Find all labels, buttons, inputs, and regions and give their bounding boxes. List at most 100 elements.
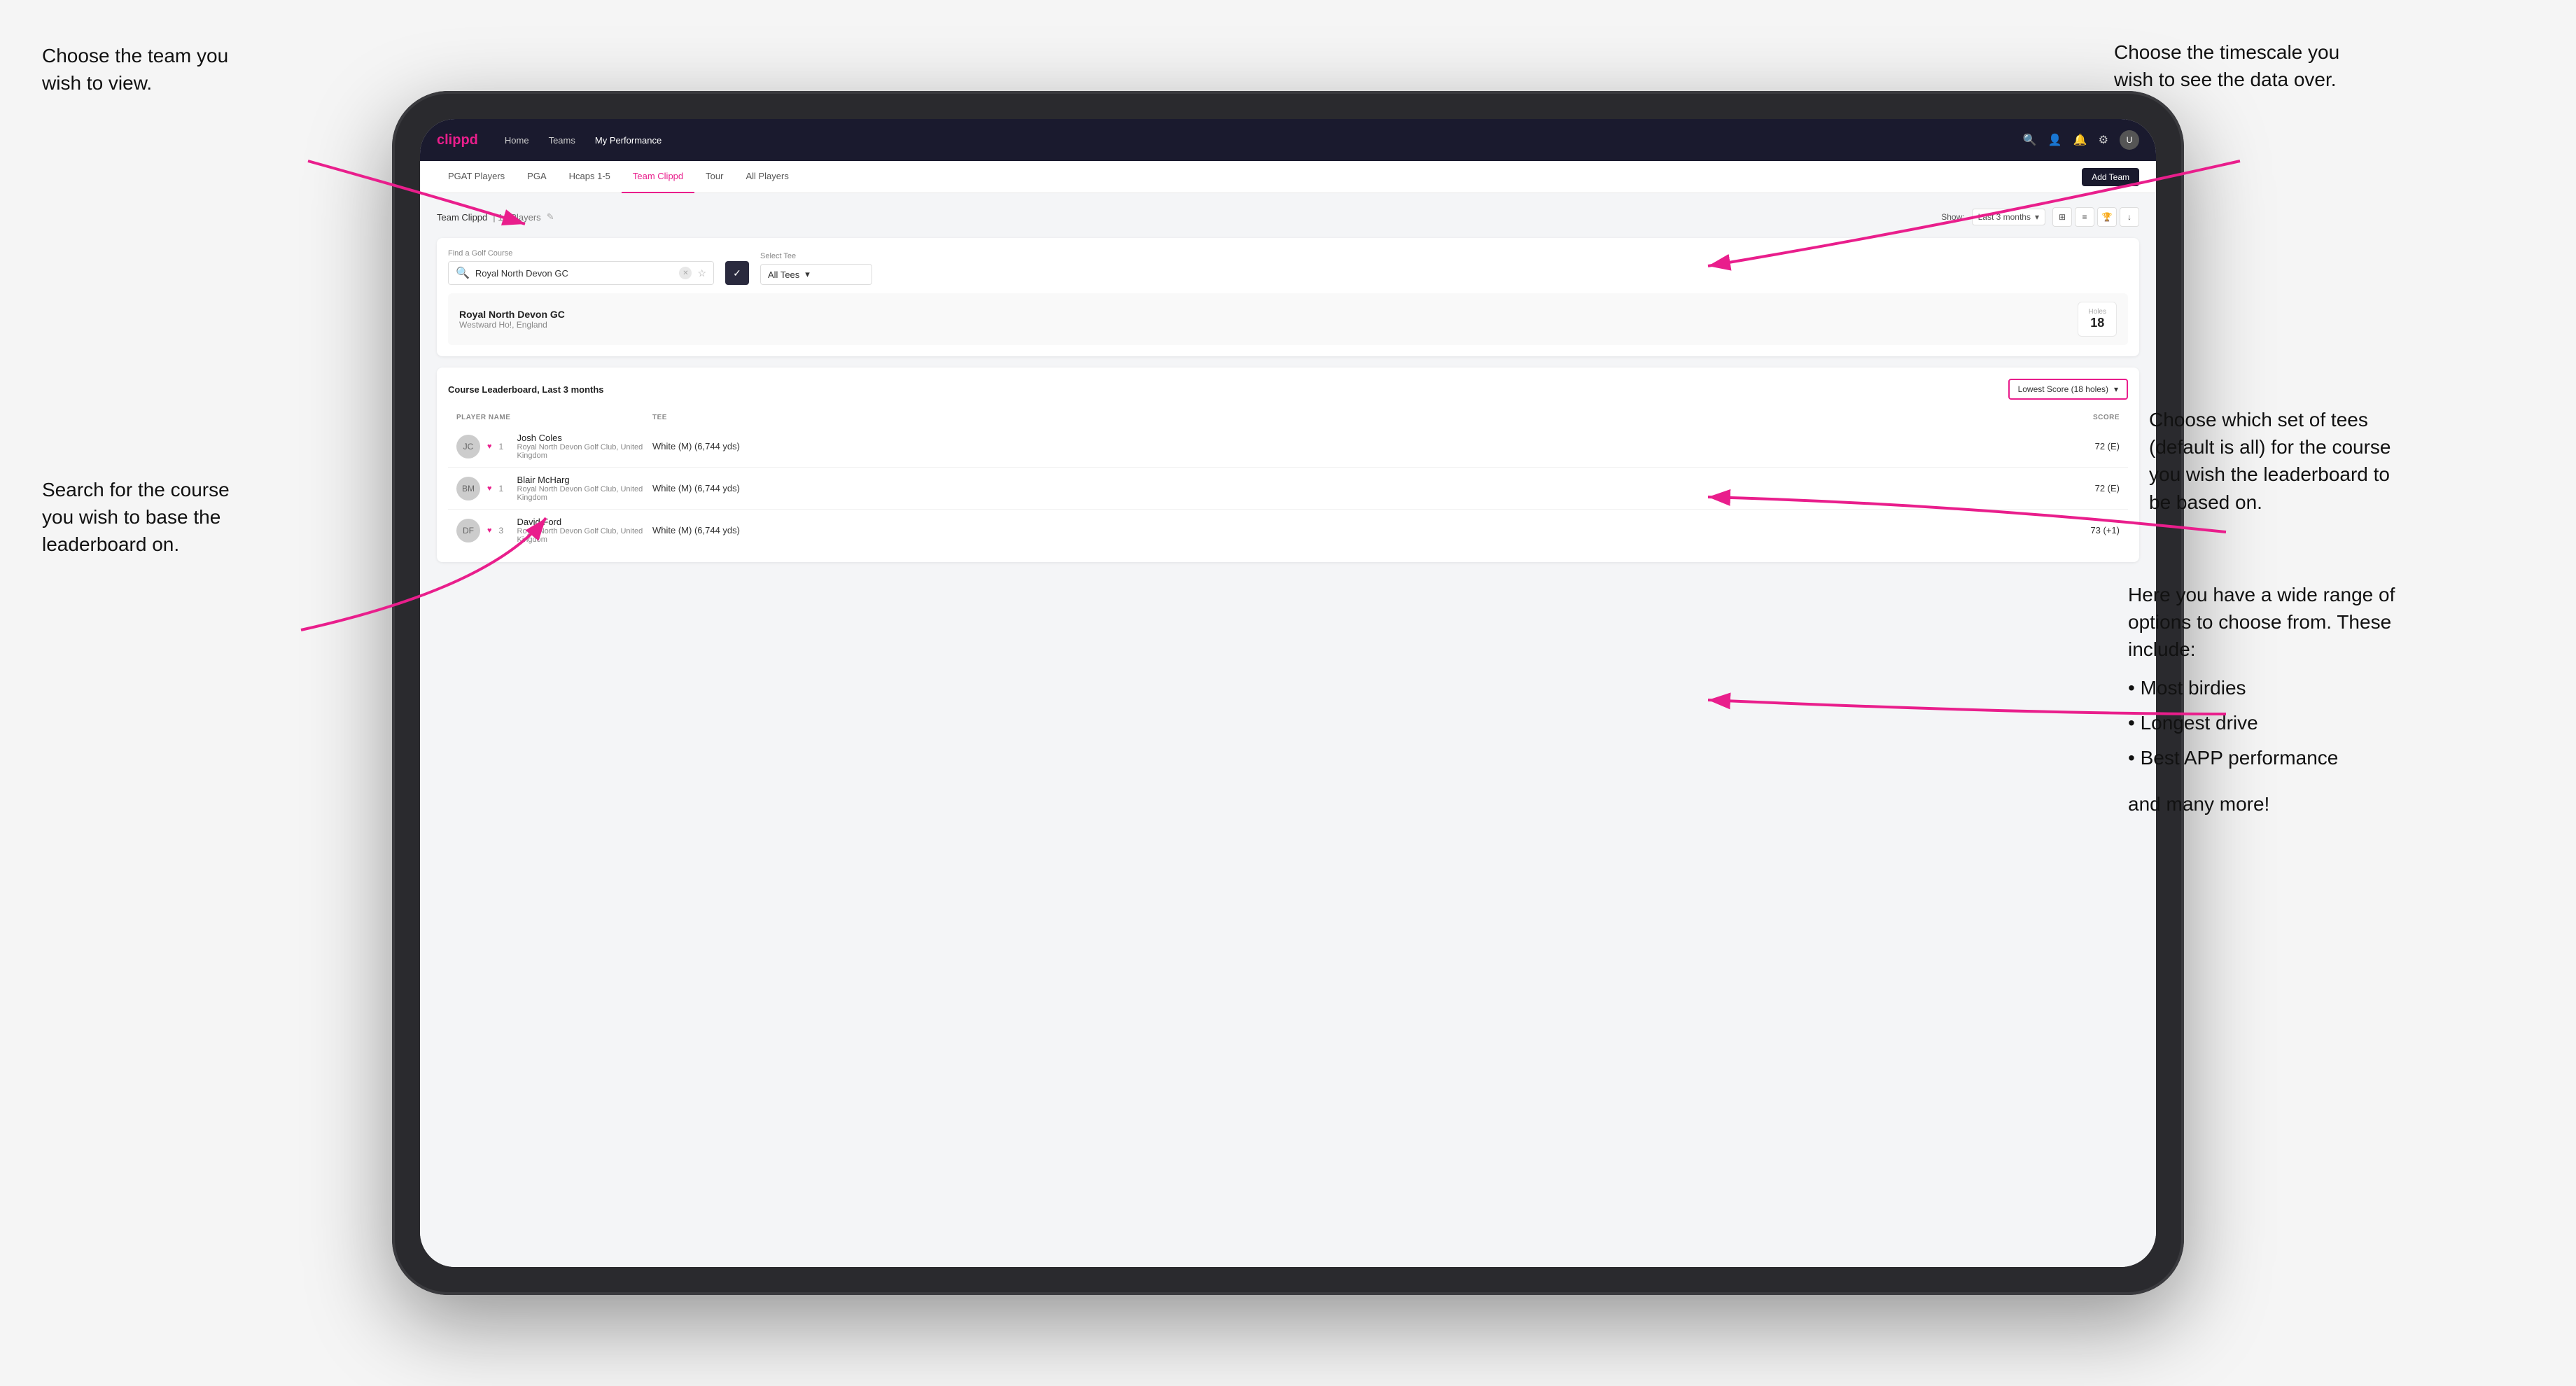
navbar-right: 🔍 👤 🔔 ⚙ U [2023,130,2139,150]
tab-team-clippd[interactable]: Team Clippd [622,161,694,193]
team-name: Team Clippd [437,212,487,223]
favorite-heart-icon[interactable]: ♥ [487,442,492,451]
course-field-group: Find a Golf Course 🔍 ✕ ☆ [448,249,714,285]
tee-chevron-icon: ▾ [805,269,810,280]
player-score: 73 (+1) [2036,525,2120,536]
navbar: clippd Home Teams My Performance 🔍 👤 🔔 ⚙… [420,119,2156,161]
view-icons: ⊞ ≡ 🏆 ↓ [2052,207,2139,227]
col-score: SCORE [2036,414,2120,421]
annotation-mid-left: Search for the course you wish to base t… [42,476,266,559]
favorite-heart-icon[interactable]: ♥ [487,526,492,535]
clear-button[interactable]: ✕ [679,267,692,279]
nav-link-performance[interactable]: My Performance [595,135,662,146]
people-icon[interactable]: 👤 [2048,133,2062,147]
player-name: David Ford [517,517,652,527]
trophy-view-button[interactable]: 🏆 [2097,207,2117,227]
tee-value: All Tees [768,270,799,280]
tee-field-label: Select Tee [760,252,872,260]
sub-nav-right: Add Team [2082,168,2139,186]
player-cell: JC ♥ 1 Josh Coles Royal North Devon Golf… [456,433,652,460]
user-avatar[interactable]: U [2120,130,2139,150]
player-avatar: JC [456,435,480,458]
player-tee: White (M) (6,744 yds) [652,441,1910,451]
course-search-row: Find a Golf Course 🔍 ✕ ☆ ✓ Select Tee Al… [448,249,2128,285]
player-club: Royal North Devon Golf Club, United King… [517,485,652,502]
course-result: Royal North Devon GC Westward Ho!, Engla… [448,293,2128,345]
player-score: 72 (E) [2036,483,2120,493]
holes-badge: Holes 18 [2078,302,2117,337]
list-item: Best APP performance [2128,741,2450,776]
list-item: Longest drive [2128,706,2450,741]
tee-field-group: Select Tee All Tees ▾ [760,252,872,285]
and-more-text: and many more! [2128,790,2450,818]
grid-view-button[interactable]: ⊞ [2052,207,2072,227]
tab-hcaps[interactable]: Hcaps 1-5 [558,161,622,193]
tab-all-players[interactable]: All Players [734,161,799,193]
leaderboard-header: Course Leaderboard, Last 3 months Lowest… [448,379,2128,400]
player-rank: 1 [499,484,510,493]
course-result-info: Royal North Devon GC Westward Ho!, Engla… [459,309,565,330]
search-icon[interactable]: 🔍 [2023,133,2037,147]
holes-label: Holes [2088,308,2106,316]
player-tee: White (M) (6,744 yds) [652,483,1910,493]
tab-tour[interactable]: Tour [694,161,734,193]
course-result-location: Westward Ho!, England [459,320,565,330]
leaderboard-title: Course Leaderboard, Last 3 months [448,384,604,395]
player-cell: BM ♥ 1 Blair McHarg Royal North Devon Go… [456,475,652,502]
list-item: Most birdies [2128,671,2450,706]
player-score: 72 (E) [2036,441,2120,451]
sub-nav: PGAT Players PGA Hcaps 1-5 Team Clippd T… [420,161,2156,193]
player-name: Blair McHarg [517,475,652,485]
app-logo: clippd [437,132,478,148]
player-info: Josh Coles Royal North Devon Golf Club, … [517,433,652,460]
edit-icon[interactable]: ✎ [547,211,554,223]
content-area: Team Clippd | 14 Players ✎ Show: Last 3 … [420,193,2156,1267]
player-cell: DF ♥ 3 David Ford Royal North Devon Golf… [456,517,652,544]
score-type-value: Lowest Score (18 holes) [2018,384,2108,394]
team-title: Team Clippd | 14 Players ✎ [437,211,554,223]
leaderboard-table-header: PLAYER NAME TEE SCORE [448,410,2128,426]
bell-icon[interactable]: 🔔 [2073,133,2087,147]
course-search-input[interactable] [475,268,674,279]
favorite-icon[interactable]: ☆ [697,267,706,279]
nav-link-teams[interactable]: Teams [549,135,575,146]
show-label: Show: [1941,212,1964,222]
score-type-dropdown[interactable]: Lowest Score (18 holes) ▾ [2008,379,2128,400]
show-dropdown[interactable]: Last 3 months ▾ [1972,209,2045,225]
tab-pga[interactable]: PGA [516,161,557,193]
tablet-screen: clippd Home Teams My Performance 🔍 👤 🔔 ⚙… [420,119,2156,1267]
favorite-heart-icon[interactable]: ♥ [487,484,492,493]
search-icon: 🔍 [456,266,470,280]
score-type-chevron-icon: ▾ [2114,384,2118,394]
table-row: JC ♥ 1 Josh Coles Royal North Devon Golf… [448,426,2128,468]
tee-select-dropdown[interactable]: All Tees ▾ [760,264,872,285]
col-tee: TEE [652,414,1910,421]
tablet-device: clippd Home Teams My Performance 🔍 👤 🔔 ⚙… [392,91,2184,1295]
table-row: BM ♥ 1 Blair McHarg Royal North Devon Go… [448,468,2128,510]
add-team-button[interactable]: Add Team [2082,168,2139,186]
annotation-top-left: Choose the team you wish to view. [42,42,266,97]
team-count: | 14 Players [493,212,540,223]
player-avatar: DF [456,519,480,542]
player-avatar: BM [456,477,480,500]
table-row: DF ♥ 3 David Ford Royal North Devon Golf… [448,510,2128,551]
nav-link-home[interactable]: Home [505,135,529,146]
team-header: Team Clippd | 14 Players ✎ Show: Last 3 … [437,207,2139,227]
settings-icon[interactable]: ⚙ [2099,133,2108,147]
download-button[interactable]: ↓ [2120,207,2139,227]
list-view-button[interactable]: ≡ [2075,207,2094,227]
player-club: Royal North Devon Golf Club, United King… [517,527,652,544]
player-name: Josh Coles [517,433,652,443]
show-value: Last 3 months [1978,212,2031,222]
options-list: Most birdies Longest drive Best APP perf… [2128,671,2450,776]
tab-pgat-players[interactable]: PGAT Players [437,161,516,193]
course-search-card: Find a Golf Course 🔍 ✕ ☆ ✓ Select Tee Al… [437,238,2139,356]
leaderboard-card: Course Leaderboard, Last 3 months Lowest… [437,368,2139,562]
annotation-tees: Choose which set of tees (default is all… [2149,406,2450,516]
player-rank: 1 [499,442,510,451]
player-info: Blair McHarg Royal North Devon Golf Club… [517,475,652,502]
course-result-name: Royal North Devon GC [459,309,565,320]
course-field-label: Find a Golf Course [448,249,714,258]
chevron-down-icon: ▾ [2035,212,2039,222]
confirm-button[interactable]: ✓ [725,261,749,285]
